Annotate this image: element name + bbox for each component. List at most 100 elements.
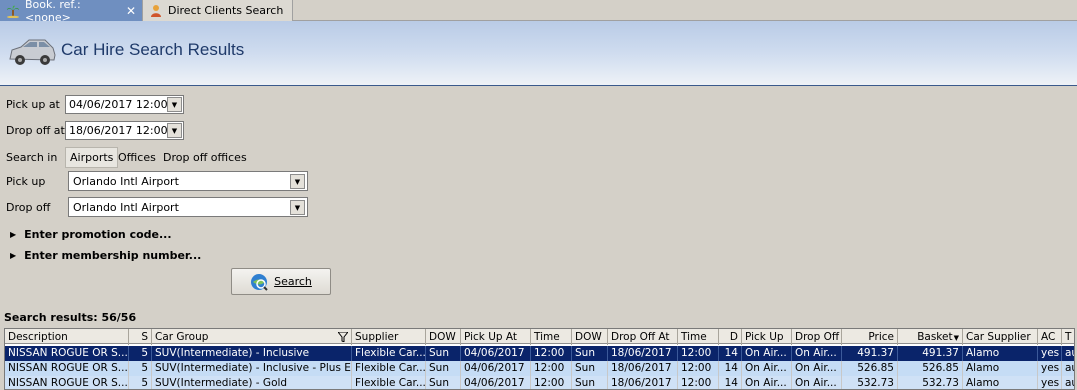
car-icon (7, 33, 57, 72)
close-icon[interactable]: ✕ (126, 4, 136, 18)
cell-dropoff: On Air... (792, 376, 842, 389)
search-in-airports[interactable]: Airports (65, 147, 119, 168)
cell-seats: 5 (129, 346, 152, 361)
cell-price: 532.73 (842, 376, 898, 389)
promotion-code-label: Enter promotion code... (24, 228, 172, 241)
column-header-transmission[interactable]: T (1062, 329, 1074, 345)
pickup-datetime-value: 04/06/2017 12:00 (69, 98, 168, 111)
dropoff-at-label: Drop off at (6, 124, 65, 137)
dropoff-location-value: Orlando Intl Airport (73, 201, 179, 214)
table-header: Description S Car Group Supplier DOW Pic… (5, 329, 1074, 345)
tab-strip: Book. ref.: <none> ✕ Direct Clients Sear… (0, 0, 1077, 24)
cell-dropoff-at: 18/06/2017 (608, 346, 678, 361)
column-header-ac[interactable]: AC (1038, 329, 1062, 345)
cell-seats: 5 (129, 376, 152, 389)
cell-car-supplier: Alamo (963, 361, 1038, 376)
chevron-down-icon[interactable]: ▼ (290, 174, 305, 189)
search-in-dropoff-offices[interactable]: Drop off offices (159, 148, 251, 167)
cell-pickup-at: 04/06/2017 (461, 376, 531, 389)
column-header-days[interactable]: D (719, 329, 742, 345)
cell-time: 12:00 (531, 346, 572, 361)
pickup-label: Pick up (6, 175, 46, 188)
chevron-down-icon[interactable]: ▼ (167, 97, 182, 112)
search-results-count: Search results: 56/56 (4, 311, 137, 324)
tab-booking-ref-label: Book. ref.: <none> (25, 0, 81, 24)
chevron-right-icon: ▶ (10, 251, 17, 260)
chevron-down-icon[interactable]: ▼ (167, 123, 182, 138)
pickup-location-value: Orlando Intl Airport (73, 175, 179, 188)
pickup-location-select[interactable]: Orlando Intl Airport ▼ (68, 171, 308, 191)
column-header-time[interactable]: Time (531, 329, 572, 345)
cell-pickup-at: 04/06/2017 (461, 346, 531, 361)
column-header-basket-label: Basket (917, 331, 953, 343)
cell-dropoff: On Air... (792, 361, 842, 376)
search-button[interactable]: Search (231, 268, 331, 295)
header-banner: Car Hire Search Results (0, 21, 1077, 86)
dropoff-datetime-field[interactable]: 18/06/2017 12:00 ▼ (65, 121, 184, 140)
cell-dropoff: On Air... (792, 346, 842, 361)
cell-transmission: au (1062, 376, 1074, 389)
results-table: Description S Car Group Supplier DOW Pic… (4, 328, 1075, 390)
membership-number-expander[interactable]: ▶ Enter membership number... (10, 249, 201, 262)
tab-booking-ref[interactable]: Book. ref.: <none> ✕ (0, 0, 143, 24)
column-header-pickup[interactable]: Pick Up (742, 329, 792, 345)
cell-dow: Sun (572, 346, 608, 361)
table-row[interactable]: NISSAN ROGUE OR S... 5 SUV(Intermediate)… (5, 346, 1074, 361)
cell-time: 12:00 (531, 361, 572, 376)
column-header-price[interactable]: Price (842, 329, 898, 345)
cell-supplier: Flexible Car... (352, 376, 426, 389)
dropoff-location-select[interactable]: Orlando Intl Airport ▼ (68, 197, 308, 217)
table-row[interactable]: NISSAN ROGUE OR S... 5 SUV(Intermediate)… (5, 361, 1074, 376)
cell-car-supplier: Alamo (963, 376, 1038, 389)
column-header-dropoff[interactable]: Drop Off (792, 329, 842, 345)
cell-basket: 491.37 (898, 346, 963, 361)
cell-car-group: SUV(Intermediate) - Inclusive - Plus E..… (152, 361, 352, 376)
column-header-description[interactable]: Description (5, 329, 129, 345)
column-header-dow[interactable]: DOW (572, 329, 608, 345)
column-header-pickup-at[interactable]: Pick Up At (461, 329, 531, 345)
membership-number-label: Enter membership number... (24, 249, 202, 262)
cell-supplier: Flexible Car... (352, 361, 426, 376)
column-header-car-supplier[interactable]: Car Supplier (963, 329, 1038, 345)
cell-price: 491.37 (842, 346, 898, 361)
column-header-basket[interactable]: Basket▼ (898, 329, 963, 345)
cell-description: NISSAN ROGUE OR S... (5, 346, 129, 361)
cell-dow: Sun (426, 346, 461, 361)
cell-seats: 5 (129, 361, 152, 376)
page-title: Car Hire Search Results (61, 40, 245, 59)
cell-days: 14 (719, 346, 742, 361)
cell-ac: yes (1038, 361, 1062, 376)
promotion-code-expander[interactable]: ▶ Enter promotion code... (10, 228, 172, 241)
column-header-dow[interactable]: DOW (426, 329, 461, 345)
cell-description: NISSAN ROGUE OR S... (5, 376, 129, 389)
column-header-seats[interactable]: S (129, 329, 152, 345)
tab-direct-clients-search[interactable]: Direct Clients Search (143, 0, 293, 21)
cell-dropoff-at: 18/06/2017 (608, 361, 678, 376)
search-in-label: Search in (6, 151, 58, 164)
search-icon (250, 273, 268, 291)
column-header-supplier[interactable]: Supplier (352, 329, 426, 345)
column-header-time[interactable]: Time (678, 329, 719, 345)
cell-dropoff-at: 18/06/2017 (608, 376, 678, 389)
search-button-label: Search (274, 275, 312, 288)
cell-days: 14 (719, 361, 742, 376)
table-row[interactable]: NISSAN ROGUE OR S... 5 SUV(Intermediate)… (5, 376, 1074, 389)
filter-icon[interactable] (336, 331, 350, 345)
cell-dow: Sun (572, 376, 608, 389)
cell-pickup-at: 04/06/2017 (461, 361, 531, 376)
cell-pickup: On Air... (742, 346, 792, 361)
cell-basket: 532.73 (898, 376, 963, 389)
chevron-down-icon[interactable]: ▼ (290, 200, 305, 215)
cell-time: 12:00 (678, 361, 719, 376)
cell-ac: yes (1038, 376, 1062, 389)
cell-transmission: au (1062, 346, 1074, 361)
chevron-right-icon: ▶ (10, 230, 17, 239)
column-header-car-group[interactable]: Car Group (152, 329, 352, 345)
cell-transmission: au (1062, 361, 1074, 376)
sort-desc-icon: ▼ (953, 334, 959, 342)
cell-dow: Sun (426, 361, 461, 376)
column-header-dropoff-at[interactable]: Drop Off At (608, 329, 678, 345)
search-in-offices[interactable]: Offices (114, 148, 160, 167)
pickup-datetime-field[interactable]: 04/06/2017 12:00 ▼ (65, 95, 184, 114)
pickup-at-label: Pick up at (6, 98, 60, 111)
